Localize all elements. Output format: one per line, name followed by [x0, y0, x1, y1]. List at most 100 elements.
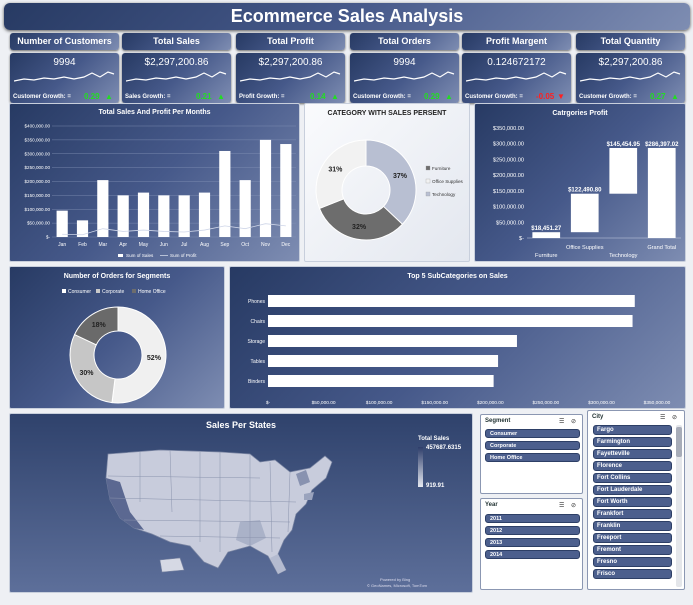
slicer-item[interactable]: Fresno: [593, 557, 672, 567]
legend-swatch: [132, 289, 136, 293]
slicer-item[interactable]: Corporate: [485, 441, 580, 450]
legend-label: Technology: [432, 192, 456, 197]
sales-bar[interactable]: [259, 139, 272, 237]
kpi-growth-label: Sales Growth: =: [125, 94, 171, 100]
profit-bar[interactable]: [647, 147, 676, 238]
slicer-item[interactable]: Fargo: [593, 425, 672, 435]
kpi-label: Total Quantity: [576, 33, 685, 50]
city-slicer-title: City: [592, 414, 604, 420]
clear-filter-icon[interactable]: ⊘: [571, 418, 576, 425]
kpi-value: $2,297,200.86: [144, 57, 209, 68]
slicer-item[interactable]: Fayetteville: [593, 449, 672, 459]
legend-label-sales: Sum of Sales: [126, 253, 154, 258]
y-tick-label: $200,000.00: [24, 179, 50, 184]
slicer-item[interactable]: 2013: [485, 538, 580, 547]
subcategory-bar[interactable]: [268, 335, 517, 347]
y-tick-label: Chairs: [251, 319, 266, 325]
slice-label: 37%: [393, 173, 408, 180]
slicer-item[interactable]: Consumer: [485, 429, 580, 438]
clear-filter-icon[interactable]: ⊘: [571, 502, 576, 509]
slice-office-supplies[interactable]: [315, 139, 367, 210]
slicer-item[interactable]: Fort Worth: [593, 497, 672, 507]
subcategory-bar[interactable]: [268, 315, 633, 327]
slicer-item[interactable]: Florence: [593, 461, 672, 471]
slicer-item[interactable]: Fort Lauderdale: [593, 485, 672, 495]
state-alaska[interactable]: [159, 557, 185, 573]
slicer-item[interactable]: Frankfort: [593, 509, 672, 519]
map-legend-title: Total Sales: [418, 436, 450, 442]
monthly-sales-profit-panel: Total Sales And Profit Per Months $- $50,…: [9, 103, 300, 262]
sales-bar[interactable]: [178, 195, 190, 237]
city-scrollbar-thumb[interactable]: [676, 427, 682, 457]
city-scrollbar[interactable]: [676, 425, 682, 587]
profit-bar[interactable]: [570, 193, 599, 233]
slicer-item[interactable]: 2011: [485, 514, 580, 523]
slice-technology[interactable]: [365, 139, 417, 225]
slicer-item[interactable]: 2012: [485, 526, 580, 535]
x-tick-label: Aug: [200, 242, 209, 248]
legend-swatch: [62, 289, 66, 293]
clear-filter-icon[interactable]: ⊘: [672, 414, 677, 421]
profit-line[interactable]: [62, 223, 286, 236]
sales-bar[interactable]: [219, 150, 231, 237]
map-legend-min: 919.91: [426, 483, 445, 489]
data-label: $286,397.02: [645, 142, 679, 148]
y-tick-label: $50,000.00: [27, 221, 50, 226]
kpi-growth-label: Customer Growth: =: [465, 94, 523, 100]
sales-bar[interactable]: [56, 210, 68, 237]
slicer-item[interactable]: Farmington: [593, 437, 672, 447]
sparkline-path: [580, 71, 681, 82]
x-tick-label: Technology: [609, 253, 638, 259]
y-tick-label: Tables: [251, 359, 266, 365]
kpi-sparkline: [466, 71, 567, 82]
multi-select-icon[interactable]: ☰: [559, 418, 564, 425]
x-tick-label: $-: [266, 400, 271, 406]
us-states-map[interactable]: [100, 442, 340, 582]
sales-bar[interactable]: [280, 144, 292, 237]
slicer-item[interactable]: Fort Collins: [593, 473, 672, 483]
arrow-up-icon: ▲: [671, 92, 679, 101]
kpi-value: $2,297,200.86: [258, 57, 323, 68]
slice-label: 30%: [79, 370, 94, 377]
legend-label: Consumer: [68, 289, 91, 295]
kpi-value: 9994: [53, 57, 76, 68]
subcategory-bar[interactable]: [268, 355, 499, 367]
slicer-item[interactable]: Home Office: [485, 453, 580, 462]
x-tick-label: $200,000.00: [477, 400, 504, 406]
slicer-item[interactable]: 2014: [485, 550, 580, 559]
kpi-label: Total Profit: [236, 33, 345, 50]
kpi-label: Number of Customers: [10, 33, 119, 50]
profit-bar[interactable]: [609, 147, 638, 194]
slicer-item[interactable]: Franklin: [593, 521, 672, 531]
y-tick-label: $100,000.00: [493, 205, 524, 211]
slicer-item[interactable]: Frisco: [593, 569, 672, 579]
y-tick-label: $50,000.00: [496, 220, 524, 226]
slicer-item[interactable]: Fremont: [593, 545, 672, 555]
legend-label: Home Office: [138, 289, 166, 295]
x-tick-label: $250,000.00: [533, 400, 560, 406]
legend-label: Furniture: [432, 166, 451, 171]
multi-select-icon[interactable]: ☰: [559, 502, 564, 509]
kpi-value: 9994: [393, 57, 416, 68]
y-tick-label: $400,000.00: [24, 124, 50, 129]
kpi-growth-label: Customer Growth: =: [579, 94, 637, 100]
subcategory-bar[interactable]: [268, 375, 494, 387]
y-tick-label: $300,000.00: [24, 151, 50, 156]
segment-slicer-title: Segment: [485, 418, 511, 424]
arrow-up-icon: ▲: [331, 92, 339, 101]
x-tick-label: $50,000.00: [312, 400, 336, 406]
kpi-card: 9994 Customer Growth: = 0.29 ▲: [350, 53, 459, 103]
page-title: Ecommerce Sales Analysis: [230, 6, 464, 26]
slicer-item[interactable]: Freeport: [593, 533, 672, 543]
map-credit-bing: Powered by Bing: [380, 577, 411, 582]
y-tick-label: $-: [519, 236, 524, 242]
city-slicer: City ☰ ⊘ Fargo Farmington Fayetteville Flor…: [587, 410, 685, 590]
slice-corporate[interactable]: [69, 333, 116, 404]
multi-select-icon[interactable]: ☰: [660, 414, 665, 421]
kpi-value: 0.124672172: [487, 57, 546, 68]
sales-bar[interactable]: [158, 195, 170, 237]
x-tick-label: Sep: [220, 242, 229, 248]
x-tick-label: Nov: [261, 242, 270, 248]
profit-bar[interactable]: [532, 232, 561, 238]
subcategory-bar[interactable]: [268, 295, 635, 307]
